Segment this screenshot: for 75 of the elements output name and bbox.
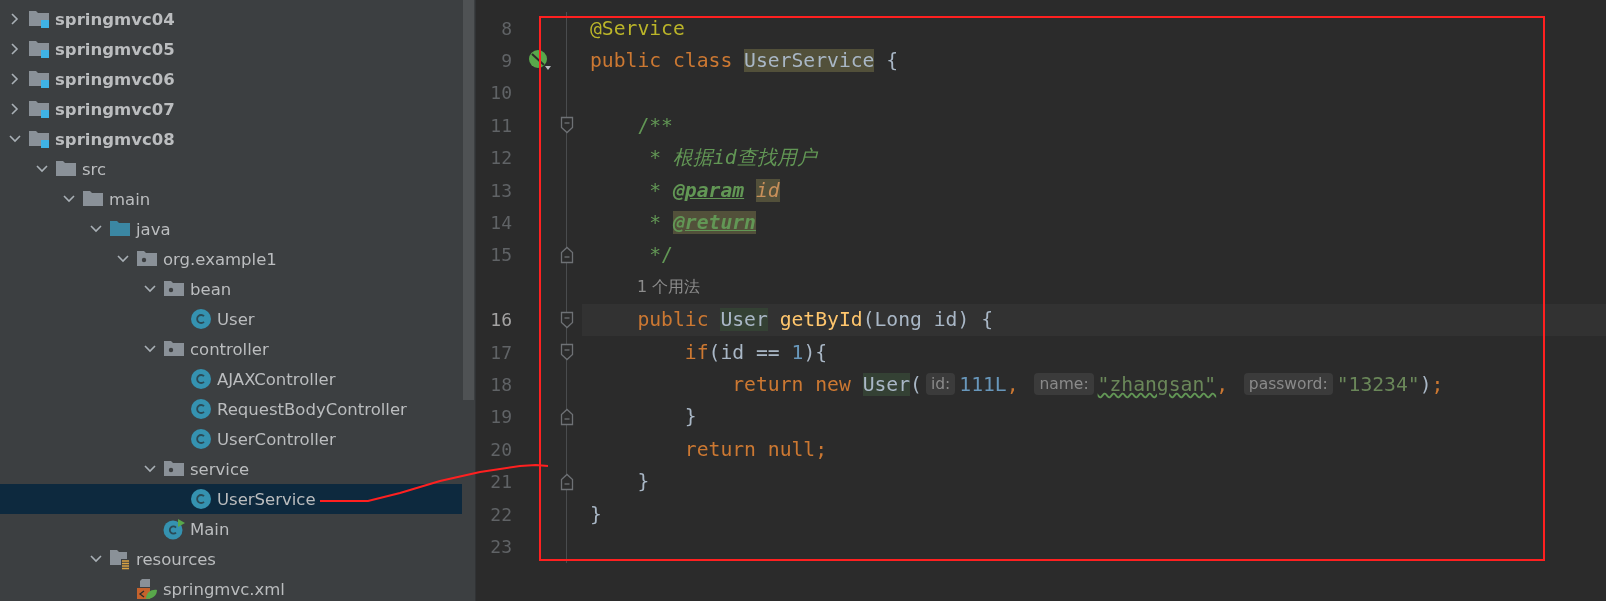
code-line: @Service [590, 16, 685, 40]
code-line: public class UserService { [590, 49, 899, 73]
code-line: * 根据id查找用户 [648, 145, 817, 172]
usages-hint[interactable]: 1 个用法 [637, 276, 701, 298]
line-number: 11 [489, 114, 512, 136]
fold-icon[interactable] [560, 116, 574, 135]
tree-item[interactable]: service [0, 454, 462, 484]
class-icon [190, 398, 212, 420]
code-line: } [590, 502, 602, 526]
tree-item[interactable]: springmvc.xml [0, 574, 462, 601]
line-number: 17 [489, 341, 512, 363]
line-number: 12 [489, 147, 512, 169]
line-number: 18 [489, 374, 512, 395]
tree-item[interactable]: java [0, 214, 462, 244]
line-number: 8 [500, 17, 512, 39]
line-number: 19 [489, 406, 512, 428]
tree-item[interactable]: springmvc07 [0, 94, 462, 124]
tree-item[interactable]: UserController [0, 424, 462, 454]
line-number: 9 [500, 50, 512, 72]
runnable-class-icon [163, 518, 185, 540]
fold-end-icon[interactable] [560, 245, 574, 264]
tree-item[interactable]: springmvc04 [0, 4, 462, 34]
module-folder-icon [28, 68, 50, 90]
code-line: return null; [683, 437, 828, 461]
tree-item[interactable]: User [0, 304, 462, 334]
class-icon [190, 488, 212, 510]
code-line: * @param id [648, 178, 780, 202]
resources-folder-icon [109, 548, 131, 570]
module-folder-icon [28, 8, 50, 30]
code-line: * @return [648, 211, 756, 235]
line-number: 13 [489, 179, 512, 201]
module-folder-icon [28, 128, 50, 150]
tree-item[interactable]: springmvc05 [0, 34, 462, 64]
parameter-hint: password: [1243, 373, 1333, 396]
tree-item[interactable]: src [0, 154, 462, 184]
fold-end-icon[interactable] [560, 407, 574, 426]
line-number: 15 [489, 244, 512, 266]
tree-item[interactable]: UserService [0, 484, 462, 514]
tree-item[interactable]: Main [0, 514, 462, 544]
fold-icon[interactable] [560, 310, 574, 329]
class-icon [190, 428, 212, 450]
tree-item[interactable]: org.example1 [0, 244, 462, 274]
scrollbar[interactable] [462, 0, 476, 601]
code-line: return new User( id: 111L, name: "zhangsan", password: "13234"); [731, 373, 1444, 396]
tree-item[interactable]: resources [0, 544, 462, 574]
tree-item[interactable]: controller [0, 334, 462, 364]
line-number: 21 [489, 471, 512, 493]
parameter-hint: name: [1034, 373, 1094, 396]
line-number: 20 [489, 438, 512, 460]
line-number: 16 [489, 309, 512, 331]
line-number: 10 [489, 82, 512, 104]
line-number: 23 [489, 535, 512, 557]
tree-item[interactable]: main [0, 184, 462, 214]
line-number: 14 [489, 212, 512, 234]
class-icon [190, 368, 212, 390]
code-line: } [636, 470, 650, 494]
line-number: 22 [489, 503, 512, 525]
parameter-hint: id: [925, 373, 956, 396]
code-line: } [683, 405, 697, 429]
tree-item[interactable]: bean [0, 274, 462, 304]
fold-icon[interactable] [560, 343, 574, 362]
tree-item[interactable]: springmvc06 [0, 64, 462, 94]
module-folder-icon [28, 98, 50, 120]
scrollbar-thumb[interactable] [463, 0, 474, 400]
code-line: */ [648, 243, 673, 267]
module-folder-icon [28, 38, 50, 60]
tree-item[interactable]: RequestBodyController [0, 394, 462, 424]
fold-end-icon[interactable] [560, 472, 574, 491]
class-icon [190, 308, 212, 330]
code-line: if(id == 1){ [683, 340, 828, 364]
tree-item[interactable]: AJAXController [0, 364, 462, 394]
code-line: /** [636, 113, 673, 137]
tree-item[interactable]: springmvc08 [0, 124, 462, 154]
xml-file-icon [136, 578, 158, 600]
code-line: public User getById(Long id) { [636, 308, 994, 332]
